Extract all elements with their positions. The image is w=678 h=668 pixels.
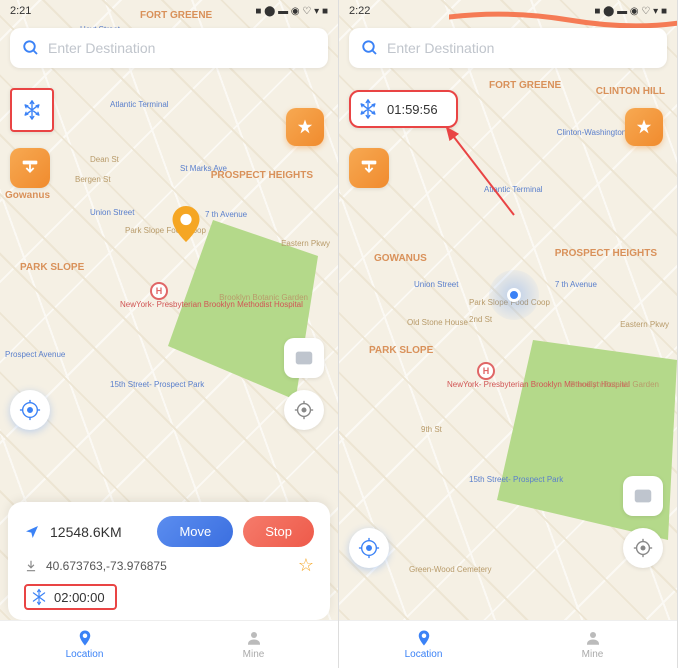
star-button[interactable] [286, 108, 324, 146]
hospital-marker-icon: H [477, 362, 495, 380]
nav-location-label: Location [66, 649, 104, 660]
coords-text: 40.673763,-73.976875 [46, 559, 290, 573]
target-button[interactable] [623, 528, 663, 568]
star-button[interactable] [625, 108, 663, 146]
snowflake-icon [21, 99, 43, 121]
search-bar[interactable] [349, 28, 667, 68]
map-label: Bergen St [75, 175, 111, 184]
map-label: St Marks Ave [180, 164, 227, 173]
favorite-star-icon[interactable]: ☆ [298, 555, 314, 576]
map-label: 9th St [421, 425, 442, 434]
nav-arrow-icon [24, 524, 40, 540]
map-label: Gowanus [5, 190, 50, 201]
location-tab-icon [76, 629, 94, 647]
gamepad-icon [632, 485, 654, 507]
bottom-panel: 12548.6KM Move Stop 40.673763,-73.976875… [8, 502, 330, 620]
nav-location[interactable]: Location [339, 621, 508, 668]
map-label: Union Street [414, 280, 458, 289]
status-bar: 2:21 ■ ⬤ ▬ ◉ ♡ ▾ ■ [0, 0, 338, 22]
nav-mine[interactable]: Mine [169, 621, 338, 668]
compass-icon [358, 537, 380, 559]
status-time: 2:21 [10, 5, 31, 17]
map-label: Green-Wood Cemetery [409, 565, 492, 574]
compass-button[interactable] [10, 390, 50, 430]
move-button[interactable]: Move [157, 516, 233, 547]
nav-bar: Location Mine [339, 620, 677, 668]
nav-location-label: Location [405, 649, 443, 660]
map-label: FORT GREENE [489, 80, 561, 91]
distance-text: 12548.6KM [50, 524, 147, 540]
target-icon [632, 537, 654, 559]
snowflake-button[interactable] [10, 88, 54, 132]
timer-text: 02:00:00 [54, 590, 105, 605]
map-label: GOWANUS [374, 253, 427, 264]
import-button[interactable] [349, 148, 389, 188]
star-icon [635, 118, 653, 136]
map-label: Eastern Pkwy [620, 320, 669, 329]
map-label: Prospect Avenue [5, 350, 65, 359]
status-time: 2:22 [349, 5, 370, 17]
map-label: Dean St [90, 155, 119, 164]
map-label: PROSPECT HEIGHTS [555, 248, 657, 259]
compass-button[interactable] [349, 528, 389, 568]
map-label: PROSPECT HEIGHTS [211, 170, 313, 181]
map-label: 7 th Avenue [555, 280, 597, 289]
map-label: PARK SLOPE [369, 345, 433, 356]
status-bar: 2:22 ■ ⬤ ▬ ◉ ♡ ▾ ■ [339, 0, 677, 22]
gamepad-icon [293, 347, 315, 369]
mine-tab-icon [245, 629, 263, 647]
location-tab-icon [415, 629, 433, 647]
compass-icon [19, 399, 41, 421]
hospital-marker-icon: H [150, 282, 168, 300]
search-icon [22, 39, 40, 57]
import-icon [358, 157, 380, 179]
nav-location[interactable]: Location [0, 621, 169, 668]
import-button[interactable] [10, 148, 50, 188]
gamepad-button[interactable] [623, 476, 663, 516]
timer-badge[interactable]: 01:59:56 [349, 90, 458, 128]
location-pin-icon [172, 206, 200, 242]
map-label: Atlantic Terminal [484, 185, 543, 194]
right-phone: FORT GREENE CLINTON HILL Clinton-Washing… [339, 0, 678, 668]
map-label: 7 th Avenue [205, 210, 247, 219]
mine-tab-icon [584, 629, 602, 647]
search-bar[interactable] [10, 28, 328, 68]
gamepad-button[interactable] [284, 338, 324, 378]
status-indicators: ■ ⬤ ▬ ◉ ♡ ▾ ■ [255, 6, 328, 17]
target-icon [293, 399, 315, 421]
nav-mine[interactable]: Mine [508, 621, 677, 668]
snowflake-icon [30, 588, 48, 606]
search-input[interactable] [387, 40, 655, 56]
current-location-dot [489, 270, 539, 320]
star-icon [296, 118, 314, 136]
target-button[interactable] [284, 390, 324, 430]
import-icon [19, 157, 41, 179]
map-label: Old Stone House [407, 318, 468, 327]
nav-mine-label: Mine [243, 649, 265, 660]
map-label: CLINTON HILL [596, 86, 665, 97]
status-indicators: ■ ⬤ ▬ ◉ ♡ ▾ ■ [594, 6, 667, 17]
timer-badge-text: 01:59:56 [387, 102, 438, 117]
download-icon [24, 559, 38, 573]
snowflake-icon [357, 98, 379, 120]
map-label: PARK SLOPE [20, 262, 84, 273]
search-input[interactable] [48, 40, 316, 56]
nav-bar: Location Mine [0, 620, 338, 668]
nav-mine-label: Mine [582, 649, 604, 660]
stop-button[interactable]: Stop [243, 516, 314, 547]
map-label: Atlantic Terminal [110, 100, 169, 109]
map-label: 15th Street- Prospect Park [110, 380, 204, 389]
map-label: Union Street [90, 208, 134, 217]
search-icon [361, 39, 379, 57]
left-phone: FORT GREENE Hoyt Street Atlantic Termina… [0, 0, 339, 668]
timer-row: 02:00:00 [24, 584, 117, 610]
